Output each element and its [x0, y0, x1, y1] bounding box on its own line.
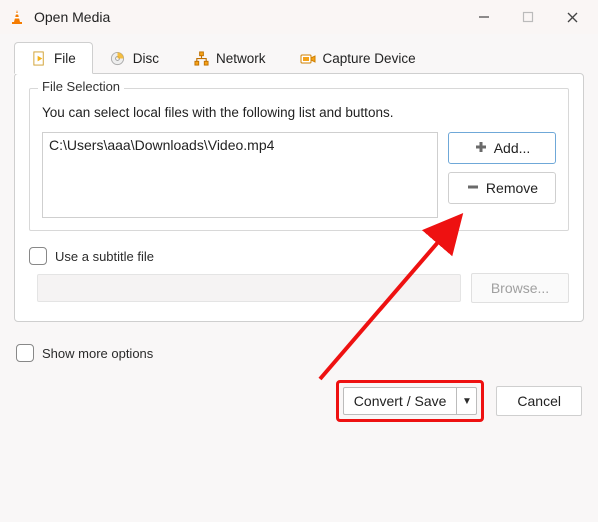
tab-capture[interactable]: Capture Device: [283, 42, 433, 74]
title-bar: Open Media: [0, 0, 598, 34]
minus-icon: [466, 180, 480, 197]
file-selection-legend: File Selection: [38, 79, 124, 94]
remove-button-label: Remove: [486, 180, 538, 196]
browse-button: Browse...: [471, 273, 569, 303]
tab-disc[interactable]: Disc: [93, 42, 176, 74]
show-more-checkbox[interactable]: [16, 344, 34, 362]
file-selection-group: File Selection You can select local file…: [29, 88, 569, 231]
subtitle-path-field: [37, 274, 461, 302]
plus-icon: [474, 140, 488, 157]
vlc-cone-icon: [8, 8, 26, 26]
tab-file[interactable]: File: [14, 42, 93, 74]
add-button-label: Add...: [494, 140, 531, 156]
window-title: Open Media: [34, 9, 462, 25]
tab-label: Disc: [133, 51, 159, 66]
file-icon: [31, 50, 47, 66]
file-selection-description: You can select local files with the foll…: [42, 105, 556, 120]
disc-icon: [110, 51, 126, 67]
tab-panel-file: File Selection You can select local file…: [14, 73, 584, 322]
tab-label: File: [54, 51, 76, 66]
show-more-label: Show more options: [42, 346, 153, 361]
window-controls: [462, 2, 594, 32]
subtitle-label: Use a subtitle file: [55, 249, 154, 264]
tab-bar: File Disc Network Capture Device: [14, 42, 584, 74]
capture-device-icon: [300, 51, 316, 67]
minimize-button[interactable]: [462, 2, 506, 32]
cancel-button-label: Cancel: [517, 393, 561, 409]
dialog-content: File Disc Network Capture Device File Se…: [0, 34, 598, 372]
browse-button-label: Browse...: [491, 280, 549, 296]
cancel-button[interactable]: Cancel: [496, 386, 582, 416]
dialog-footer: Convert / Save ▼ Cancel: [0, 372, 598, 432]
subtitle-checkbox[interactable]: [29, 247, 47, 265]
network-icon: [193, 51, 209, 67]
tab-network[interactable]: Network: [176, 42, 283, 74]
tab-label: Capture Device: [323, 51, 416, 66]
convert-save-button[interactable]: Convert / Save ▼: [343, 387, 478, 415]
subtitle-row: Use a subtitle file: [29, 247, 569, 265]
file-list[interactable]: C:\Users\aaa\Downloads\Video.mp4: [42, 132, 438, 218]
show-more-row: Show more options: [14, 344, 584, 362]
tab-label: Network: [216, 51, 266, 66]
maximize-button[interactable]: [506, 2, 550, 32]
convert-save-highlight: Convert / Save ▼: [336, 380, 485, 422]
close-button[interactable]: [550, 2, 594, 32]
remove-button[interactable]: Remove: [448, 172, 556, 204]
convert-save-dropdown[interactable]: ▼: [456, 387, 476, 415]
convert-save-label: Convert / Save: [344, 393, 457, 409]
add-button[interactable]: Add...: [448, 132, 556, 164]
file-list-item[interactable]: C:\Users\aaa\Downloads\Video.mp4: [49, 137, 431, 153]
